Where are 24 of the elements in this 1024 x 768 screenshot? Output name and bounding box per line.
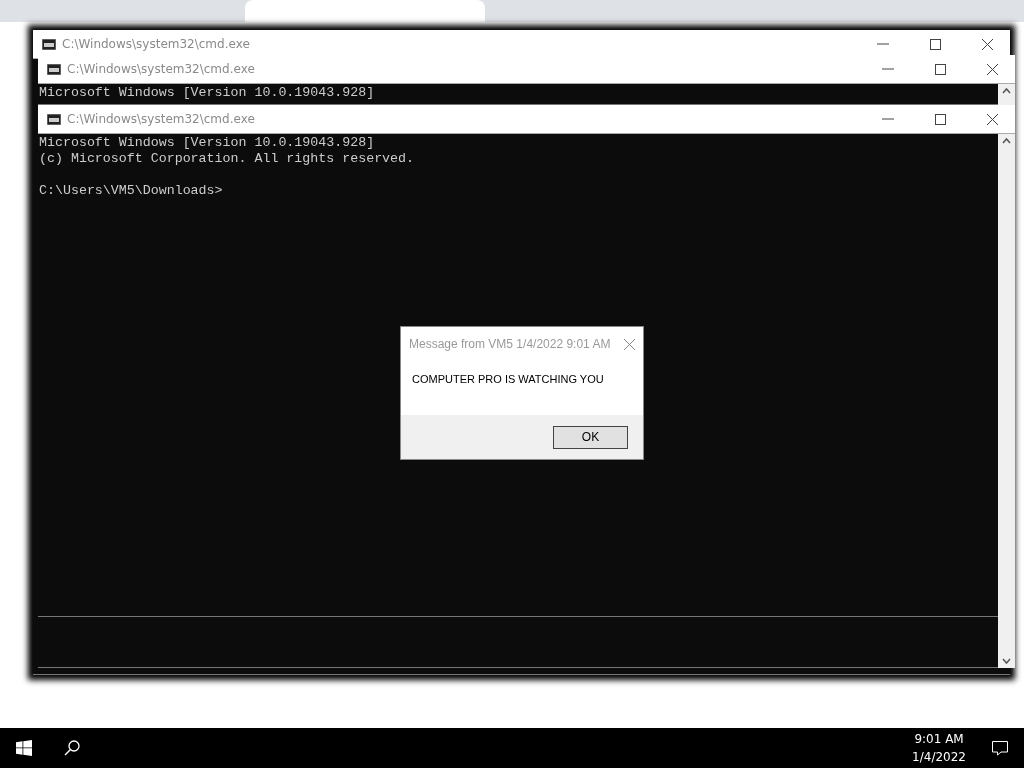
- maximize-icon[interactable]: [929, 38, 941, 50]
- close-icon[interactable]: [981, 38, 993, 50]
- window-title: C:\Windows\system32\cmd.exe: [67, 112, 256, 126]
- maximize-icon[interactable]: [934, 113, 946, 125]
- console-line: Microsoft Windows [Version 10.0.19043.928]: [39, 85, 376, 101]
- close-icon[interactable]: [986, 113, 998, 125]
- ok-button[interactable]: OK: [553, 425, 628, 449]
- console-prompt: C:\Users\VM5\Downloads>: [39, 183, 224, 199]
- window-title: C:\Windows\system32\cmd.exe: [67, 62, 256, 76]
- console-line: (c) Microsoft Corporation. All rights reserved.: [39, 151, 416, 167]
- dialog-title: Message from VM5 1/4/2022 9:01 AM: [409, 337, 611, 351]
- notification-icon[interactable]: [992, 740, 1008, 756]
- dialog-message: COMPUTER PRO IS WATCHING YOU: [411, 372, 605, 387]
- clock-time[interactable]: 9:01 AM: [914, 730, 964, 748]
- search-icon[interactable]: [64, 740, 80, 756]
- console-icon: [42, 38, 56, 50]
- console-icon: [47, 113, 61, 125]
- clock-date[interactable]: 1/4/2022: [912, 748, 966, 766]
- close-icon[interactable]: [986, 63, 998, 75]
- console-line: Microsoft Windows [Version 10.0.19043.928]: [39, 135, 376, 151]
- console-icon: [47, 63, 61, 75]
- window-title: C:\Windows\system32\cmd.exe: [62, 37, 251, 51]
- windows-logo-icon[interactable]: [16, 740, 32, 756]
- maximize-icon[interactable]: [934, 63, 946, 75]
